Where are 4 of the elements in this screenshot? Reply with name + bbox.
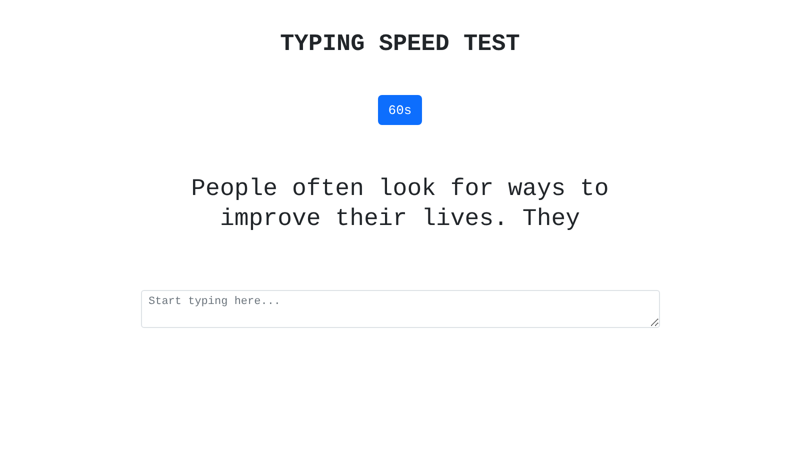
typing-field[interactable]: Start typing here...: [140, 290, 660, 328]
duration-button[interactable]: 60s: [378, 95, 422, 125]
test-passage: People often look for ways to improve their lives. They: [190, 175, 610, 235]
page-title: TYPING SPEED TEST: [280, 30, 520, 60]
